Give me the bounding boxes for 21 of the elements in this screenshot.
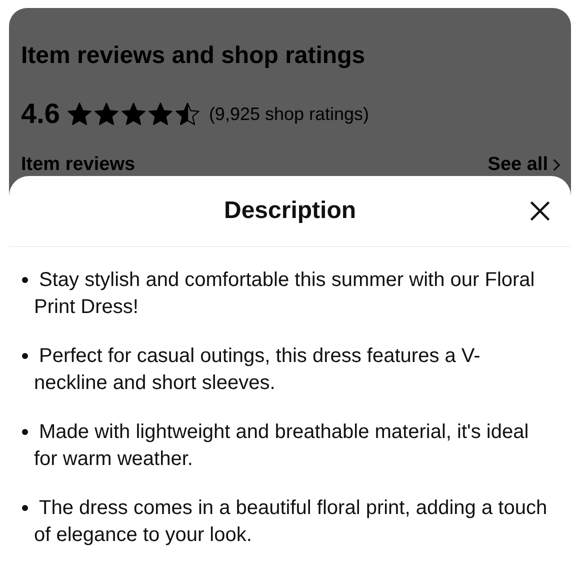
bullet-icon [22,277,28,283]
see-all-link[interactable]: See all [488,154,561,176]
star-icon [146,100,174,128]
description-bullet: Made with lightweight and breathable material, it's ideal for warm weather. [34,420,530,472]
star-icon [66,100,93,128]
bullet-icon [22,505,28,511]
description-bullet: Perfect for casual outings, this dress features a V-neckline and short sleeves. [34,344,482,396]
rating-value: 4.6 [21,98,60,130]
description-bullet: The dress comes in a beautiful floral print, adding a touch of elegance to your look. [34,496,548,548]
section-heading: Item reviews [21,154,136,176]
chevron-icon [552,158,561,172]
star-icon [174,100,201,128]
bullet-icon [22,429,28,435]
star-icon [120,100,147,128]
star-icon [92,100,120,128]
rating-count: (9,925 shop ratings) [208,104,370,124]
section-heading: Item reviews and shop ratings [21,42,366,70]
close-icon [529,200,551,222]
description-bullet: Stay stylish and comfortable this summer with our Floral Print Dress! [34,268,536,320]
sheet-title: Description [224,197,356,225]
bullet-icon [22,353,28,359]
